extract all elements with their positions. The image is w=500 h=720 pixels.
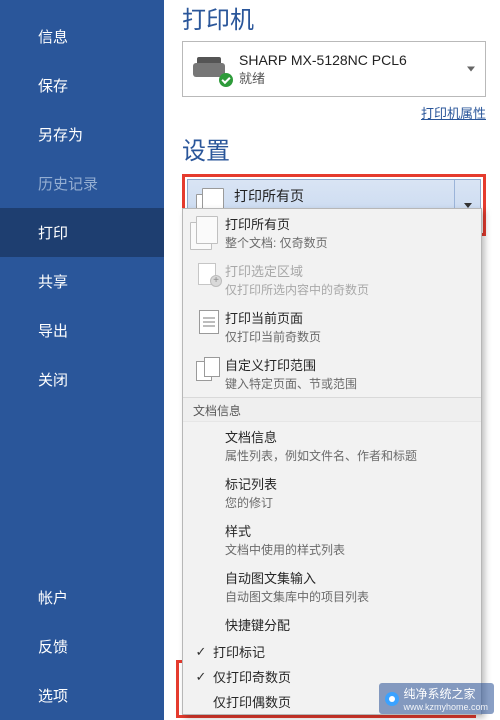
menu-item-sub: 您的修订 (225, 494, 473, 511)
sidebar-item-export[interactable]: 导出 (0, 306, 164, 355)
menu-item-sub: 仅打印所选内容中的奇数页 (225, 281, 473, 298)
menu-item-sub: 文档中使用的样式列表 (225, 541, 473, 558)
menu-item-sub: 自动图文集库中的项目列表 (225, 588, 473, 605)
chevron-down-icon (467, 67, 475, 72)
menu-item-markup-list[interactable]: 标记列表 您的修订 (183, 469, 481, 516)
settings-heading: 设置 (182, 131, 486, 166)
printer-selector[interactable]: SHARP MX-5128NC PCL6 就绪 (182, 41, 486, 97)
sidebar-item-feedback[interactable]: 反馈 (0, 622, 164, 671)
menu-item-label: 自动图文集输入 (225, 568, 473, 587)
menu-item-label: 标记列表 (225, 474, 473, 493)
printer-icon (193, 55, 229, 83)
sidebar-item-options[interactable]: 选项 (0, 671, 164, 720)
menu-item-custom-range[interactable]: 自定义打印范围 键入特定页面、节或范围 (183, 350, 481, 397)
dropdown-line1: 打印所有页 (234, 186, 345, 206)
menu-item-sub: 键入特定页面、节或范围 (225, 375, 473, 392)
menu-item-label: 快捷键分配 (225, 615, 473, 634)
watermark: 纯净系统之家 www.kzmyhome.com (379, 683, 494, 714)
menu-item-sub: 整个文档: 仅奇数页 (225, 234, 473, 251)
menu-item-label: 打印所有页 (225, 214, 473, 233)
check-icon: ✓ (189, 644, 213, 660)
menu-item-sub: 属性列表，例如文件名、作者和标题 (225, 447, 473, 464)
menu-item-label: 打印当前页面 (225, 308, 473, 327)
page-icon (199, 310, 219, 334)
menu-check-label: 仅打印奇数页 (213, 667, 291, 686)
printer-status: 就绪 (239, 68, 407, 87)
watermark-url: www.kzmyhome.com (403, 702, 488, 712)
printer-name: SHARP MX-5128NC PCL6 (239, 52, 407, 68)
watermark-text: 纯净系统之家 (403, 685, 488, 702)
menu-item-selection: + 打印选定区域 仅打印所选内容中的奇数页 (183, 256, 481, 303)
main-panel: 打印机 SHARP MX-5128NC PCL6 就绪 打印机属性 设置 打印所… (164, 0, 500, 720)
menu-check-print-markup[interactable]: ✓ 打印标记 (183, 639, 481, 664)
menu-item-label: 样式 (225, 521, 473, 540)
sidebar-item-save[interactable]: 保存 (0, 61, 164, 110)
menu-check-label: 仅打印偶数页 (213, 692, 291, 711)
sidebar-item-history[interactable]: 历史记录 (0, 159, 164, 208)
backstage-sidebar: 信息 保存 另存为 历史记录 打印 共享 导出 关闭 帐户 反馈 选项 (0, 0, 164, 720)
menu-item-shortcuts[interactable]: 快捷键分配 (183, 610, 481, 639)
sidebar-item-print[interactable]: 打印 (0, 208, 164, 257)
sidebar-item-info[interactable]: 信息 (0, 12, 164, 61)
menu-item-current-page[interactable]: 打印当前页面 仅打印当前奇数页 (183, 303, 481, 350)
menu-item-sub: 仅打印当前奇数页 (225, 328, 473, 345)
menu-group-title: 文档信息 (183, 397, 481, 422)
print-range-menu: 打印所有页 整个文档: 仅奇数页 + 打印选定区域 仅打印所选内容中的奇数页 打… (182, 208, 482, 715)
sidebar-item-close[interactable]: 关闭 (0, 355, 164, 404)
menu-item-all-pages[interactable]: 打印所有页 整个文档: 仅奇数页 (183, 209, 481, 256)
sidebar-item-share[interactable]: 共享 (0, 257, 164, 306)
watermark-icon (385, 692, 399, 706)
menu-item-label: 打印选定区域 (225, 261, 473, 280)
selection-icon: + (198, 263, 220, 285)
sidebar-item-account[interactable]: 帐户 (0, 573, 164, 622)
sidebar-item-saveas[interactable]: 另存为 (0, 110, 164, 159)
menu-check-label: 打印标记 (213, 642, 265, 661)
pages-icon (190, 216, 220, 250)
menu-item-label: 自定义打印范围 (225, 355, 473, 374)
range-icon (196, 357, 222, 381)
menu-item-docinfo[interactable]: 文档信息 属性列表，例如文件名、作者和标题 (183, 422, 481, 469)
menu-item-autotext[interactable]: 自动图文集输入 自动图文集库中的项目列表 (183, 563, 481, 610)
menu-item-label: 文档信息 (225, 427, 473, 446)
printer-properties-link[interactable]: 打印机属性 (421, 106, 486, 121)
check-icon: ✓ (189, 669, 213, 685)
printer-heading: 打印机 (182, 0, 486, 35)
menu-item-styles[interactable]: 样式 文档中使用的样式列表 (183, 516, 481, 563)
